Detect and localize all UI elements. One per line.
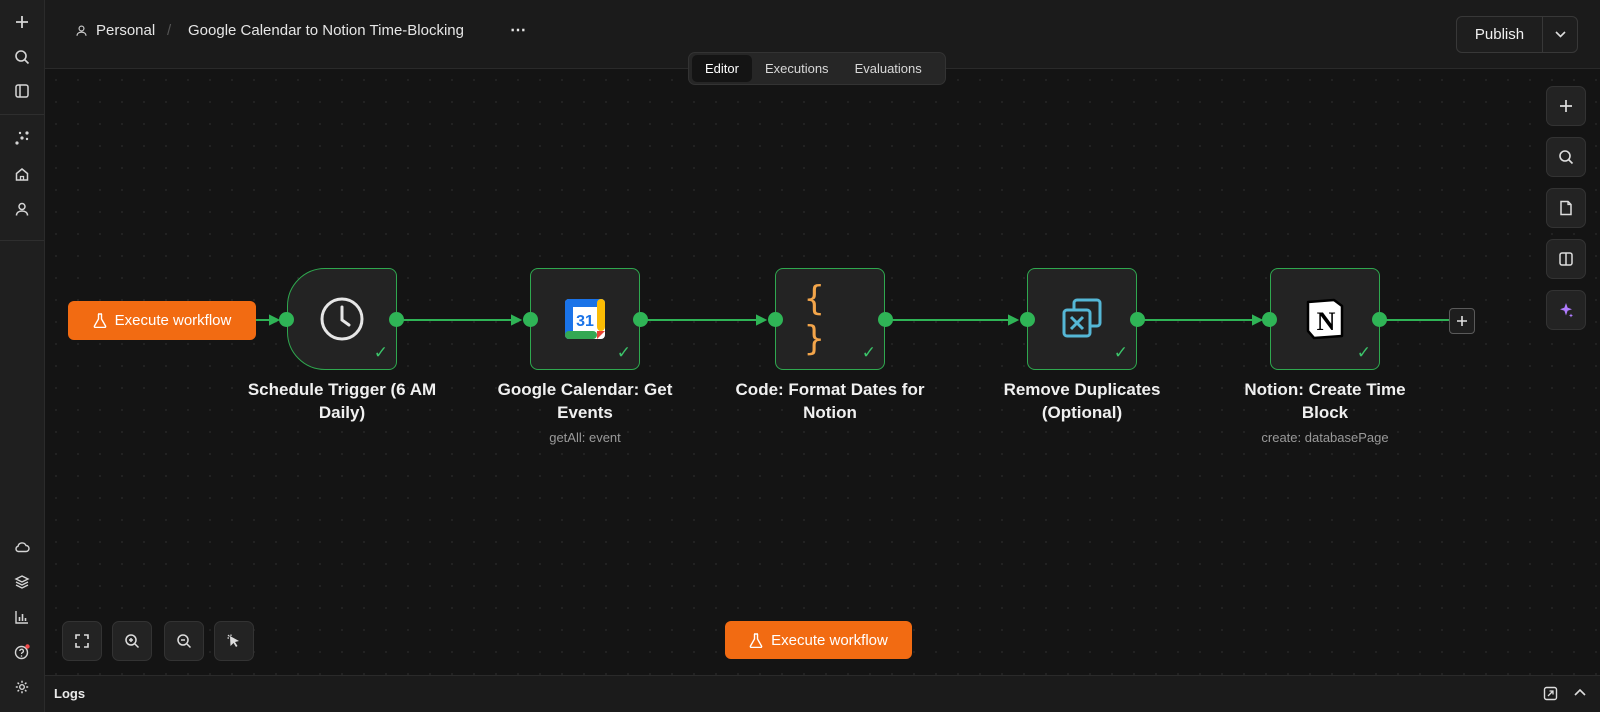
tidy-up-button[interactable]: [214, 621, 254, 661]
arrow-head: [756, 314, 768, 326]
chevron-up-icon[interactable]: [1574, 688, 1586, 696]
arrow-head: [511, 314, 523, 326]
arrow-head: [269, 314, 281, 326]
output-handle[interactable]: [1130, 312, 1145, 327]
flask-icon: [93, 313, 106, 328]
remove-duplicates-icon: [1056, 293, 1108, 345]
svg-text:31: 31: [576, 313, 594, 330]
execute-workflow-trigger-button[interactable]: Execute workflow: [68, 301, 256, 340]
node-schedule-trigger[interactable]: ✓: [287, 268, 397, 370]
execute-workflow-button[interactable]: Execute workflow: [725, 621, 912, 659]
plus-icon: [1560, 100, 1572, 112]
input-handle[interactable]: [1020, 312, 1035, 327]
output-handle[interactable]: [633, 312, 648, 327]
node-label: Remove Duplicates (Optional): [1003, 380, 1161, 422]
input-handle[interactable]: [1262, 312, 1277, 327]
execute-workflow-label: Execute workflow: [771, 631, 888, 649]
output-handle[interactable]: [878, 312, 893, 327]
add-node-button[interactable]: [1449, 308, 1475, 334]
pop-out-icon[interactable]: [1543, 686, 1558, 701]
cursor-icon: [227, 634, 239, 647]
success-check-icon: ✓: [1113, 343, 1128, 362]
success-check-icon: ✓: [1356, 343, 1371, 362]
sparkle-icon: [1560, 303, 1573, 318]
add-node-tool-button[interactable]: [1546, 86, 1586, 126]
node-label: Google Calendar: Get Events: [497, 380, 673, 422]
search-nodes-button[interactable]: [1546, 137, 1586, 177]
logs-panel-bar[interactable]: Logs: [45, 675, 1600, 712]
node-subtitle: create: databasePage: [1261, 430, 1389, 445]
node-code[interactable]: { } ✓: [775, 268, 885, 370]
svg-text:N: N: [1317, 307, 1336, 336]
fit-view-button[interactable]: [62, 621, 102, 661]
success-check-icon: ✓: [861, 343, 876, 362]
panel-icon: [1559, 252, 1573, 266]
zoom-out-icon: [177, 634, 192, 649]
code-braces-icon: { }: [804, 279, 825, 359]
plus-icon: [1457, 316, 1467, 326]
flask-icon: [749, 632, 763, 648]
node-google-calendar[interactable]: 31 ✓: [530, 268, 640, 370]
success-check-icon: ✓: [616, 343, 631, 362]
notion-icon: N: [1299, 293, 1351, 345]
output-handle[interactable]: [389, 312, 404, 327]
output-handle[interactable]: [1372, 312, 1387, 327]
node-label: Code: Format Dates for Notion: [735, 380, 925, 422]
fullscreen-icon: [75, 634, 89, 648]
node-label: Notion: Create Time Block: [1244, 380, 1406, 422]
arrow-head: [1008, 314, 1020, 326]
zoom-in-button[interactable]: [112, 621, 152, 661]
google-calendar-icon: 31: [559, 293, 611, 345]
node-notion[interactable]: N ✓: [1270, 268, 1380, 370]
toggle-panel-button[interactable]: [1546, 239, 1586, 279]
view-tabs: Editor Executions Evaluations: [688, 52, 946, 85]
tab-evaluations[interactable]: Evaluations: [842, 55, 935, 82]
tab-editor[interactable]: Editor: [692, 55, 752, 82]
search-icon: [1559, 150, 1574, 165]
clock-icon: [316, 293, 368, 345]
sticky-note-button[interactable]: [1546, 188, 1586, 228]
input-handle[interactable]: [768, 312, 783, 327]
node-remove-duplicates[interactable]: ✓: [1027, 268, 1137, 370]
node-subtitle: getAll: event: [549, 430, 621, 445]
zoom-in-icon: [125, 634, 140, 649]
logs-label: Logs: [54, 686, 86, 701]
success-check-icon: ✓: [373, 343, 388, 362]
document-icon: [1560, 200, 1572, 216]
tab-executions[interactable]: Executions: [752, 55, 842, 82]
input-handle[interactable]: [523, 312, 538, 327]
execute-workflow-label: Execute workflow: [114, 312, 232, 329]
input-handle[interactable]: [279, 312, 294, 327]
arrow-head: [1252, 314, 1264, 326]
node-label: Schedule Trigger (6 AM Daily): [247, 380, 437, 422]
ai-assistant-button[interactable]: [1546, 290, 1586, 330]
zoom-out-button[interactable]: [164, 621, 204, 661]
